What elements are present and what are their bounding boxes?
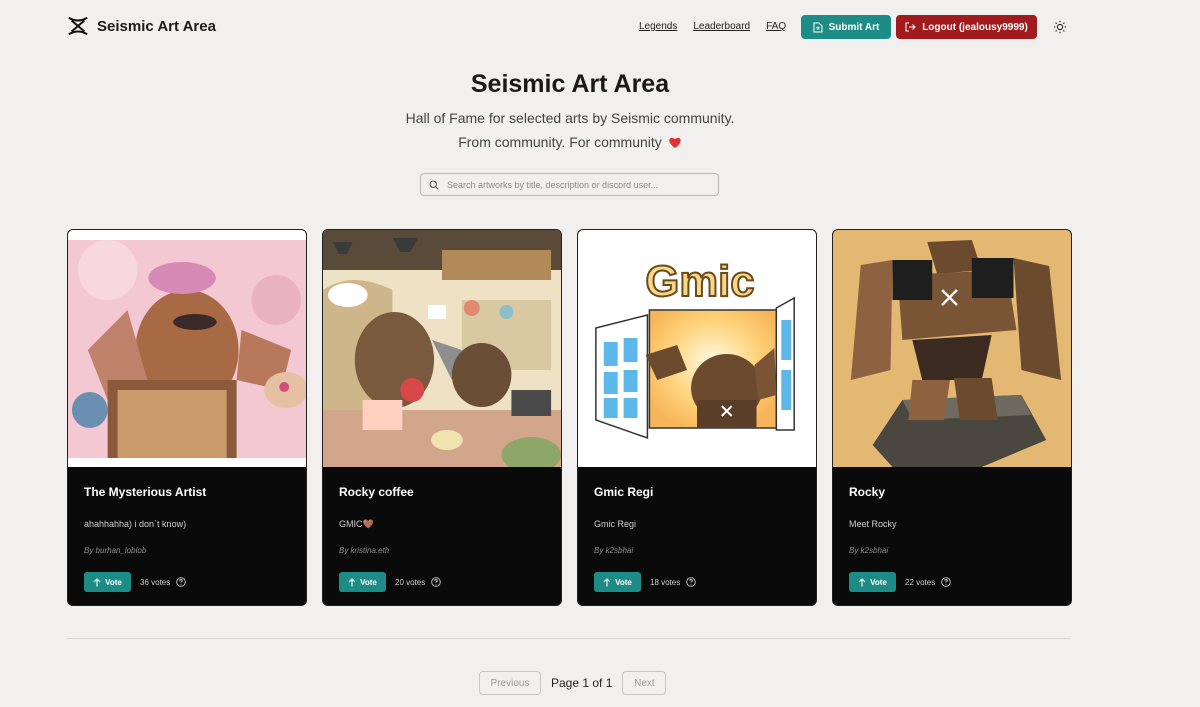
artwork-card[interactable]: Gmic Gmic Regi Gmic Regi By k2sbhai Vote	[577, 229, 817, 606]
artwork-image[interactable]	[323, 230, 561, 467]
artwork-title: Rocky coffee	[339, 485, 414, 499]
pagination: Previous Page 1 of 1 Next	[479, 671, 667, 695]
artwork-info: Rocky coffee GMIC🤎 By kristina.eth Vote …	[323, 467, 561, 605]
page-subtitle: Hall of Fame for selected arts by Seismi…	[405, 110, 735, 126]
artwork-card[interactable]: The Mysterious Artist ahahhahha) i don`t…	[67, 229, 307, 606]
submit-art-label: Submit Art	[828, 21, 880, 33]
vote-label: Vote	[360, 577, 377, 587]
help-circle-icon[interactable]	[431, 577, 442, 587]
logout-label: Logout (jealousy9999)	[922, 21, 1028, 33]
artwork-author: By burhan_loblob	[84, 546, 147, 555]
vote-count: 18 votes	[650, 577, 697, 587]
search-box	[420, 173, 719, 196]
artwork-title: Rocky	[849, 485, 886, 499]
vote-button[interactable]: Vote	[849, 572, 896, 592]
page-title: Seismic Art Area	[470, 70, 670, 98]
artwork-card[interactable]: Rocky Meet Rocky By k2sbhai Vote 22 vote…	[832, 229, 1072, 606]
previous-page-button[interactable]: Previous	[479, 671, 541, 695]
page-tagline: From community. For community	[0, 134, 1140, 150]
artwork-lettering: Gmic	[645, 257, 754, 306]
vote-count-text: 18 votes	[650, 577, 681, 587]
vote-count-text: 20 votes	[395, 577, 426, 587]
artwork-image[interactable]	[68, 230, 306, 467]
vote-count: 22 votes	[905, 577, 952, 587]
help-circle-icon[interactable]	[686, 577, 697, 587]
top-navbar: Seismic Art Area Legends Leaderboard FAQ…	[0, 0, 1200, 56]
brand[interactable]: Seismic Art Area	[67, 15, 216, 37]
artwork-title: The Mysterious Artist	[84, 485, 207, 499]
nav-link-faq[interactable]: FAQ	[766, 21, 786, 32]
artwork-description: Gmic Regi	[594, 519, 637, 529]
artwork-author: By k2sbhai	[849, 546, 889, 555]
artwork-image[interactable]: Gmic	[578, 230, 816, 467]
artwork-description: ahahhahha) i don`t know)	[84, 519, 187, 529]
artwork-info: Gmic Regi Gmic Regi By k2sbhai Vote 18 v…	[578, 467, 816, 605]
tagline-text: From community. For community	[458, 134, 662, 150]
arrow-up-icon	[93, 577, 101, 586]
arrow-up-icon	[348, 577, 356, 586]
artwork-card[interactable]: Rocky coffee GMIC🤎 By kristina.eth Vote …	[322, 229, 562, 606]
submit-art-button[interactable]: Submit Art	[801, 15, 891, 39]
artwork-title: Gmic Regi	[594, 485, 654, 499]
next-page-button[interactable]: Next	[622, 671, 667, 695]
heart-icon	[669, 137, 681, 148]
sun-icon[interactable]	[1053, 20, 1067, 34]
vote-label: Vote	[870, 577, 887, 587]
vote-count: 36 votes	[140, 577, 187, 587]
upload-file-icon	[813, 22, 823, 32]
arrow-up-icon	[603, 577, 611, 586]
artwork-info: The Mysterious Artist ahahhahha) i don`t…	[68, 467, 306, 605]
artwork-description: Meet Rocky	[849, 519, 897, 529]
logout-icon	[905, 22, 916, 32]
artwork-author: By kristina.eth	[339, 546, 390, 555]
seismic-logo-icon	[68, 16, 88, 36]
section-divider	[67, 638, 1071, 639]
help-circle-icon[interactable]	[941, 577, 952, 587]
artwork-description: GMIC🤎	[339, 519, 374, 529]
brand-name: Seismic Art Area	[97, 17, 216, 35]
vote-button[interactable]: Vote	[84, 572, 131, 592]
logout-button[interactable]: Logout (jealousy9999)	[896, 15, 1037, 39]
page-indicator: Page 1 of 1	[551, 676, 613, 690]
artwork-author: By k2sbhai	[594, 546, 634, 555]
vote-button[interactable]: Vote	[339, 572, 386, 592]
search-icon	[429, 179, 439, 190]
vote-button[interactable]: Vote	[594, 572, 641, 592]
artwork-info: Rocky Meet Rocky By k2sbhai Vote 22 vote…	[833, 467, 1071, 605]
artwork-image[interactable]	[833, 230, 1071, 467]
help-circle-icon[interactable]	[176, 577, 187, 587]
search-input[interactable]	[447, 179, 707, 190]
vote-count: 20 votes	[395, 577, 442, 587]
nav-link-leaderboard[interactable]: Leaderboard	[693, 21, 750, 32]
nav-link-legends[interactable]: Legends	[639, 21, 677, 32]
vote-count-text: 36 votes	[140, 577, 171, 587]
vote-count-text: 22 votes	[905, 577, 936, 587]
vote-label: Vote	[615, 577, 632, 587]
arrow-up-icon	[858, 577, 866, 586]
vote-label: Vote	[105, 577, 122, 587]
